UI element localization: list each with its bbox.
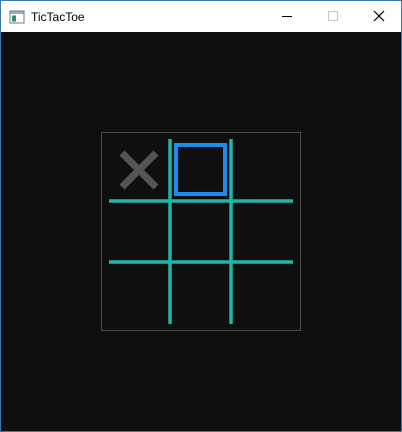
board-cell-r1-c0[interactable] — [110, 202, 170, 262]
board-cell-r0-c0[interactable] — [110, 141, 170, 201]
game-canvas[interactable] — [1, 32, 401, 431]
board-cell-r2-c2[interactable] — [232, 263, 292, 323]
close-icon — [373, 10, 385, 22]
title-bar[interactable]: TicTacToe — [1, 1, 401, 32]
maximize-button[interactable] — [310, 1, 356, 32]
minimize-icon — [282, 16, 292, 17]
maximize-icon — [328, 11, 338, 21]
board-cell-r1-c2[interactable] — [232, 202, 292, 262]
app-window: TicTacToe — [0, 0, 402, 432]
minimize-button[interactable] — [264, 1, 310, 32]
close-button[interactable] — [356, 1, 401, 32]
window-title: TicTacToe — [31, 10, 85, 24]
board-cell-r2-c0[interactable] — [110, 263, 170, 323]
board-cell-r2-c1[interactable] — [171, 263, 231, 323]
board-cell-r1-c1[interactable] — [171, 202, 231, 262]
board-cell-r0-c2[interactable] — [232, 141, 292, 201]
board-cell-r0-c1[interactable] — [171, 141, 231, 201]
app-icon — [9, 9, 25, 25]
game-board[interactable] — [101, 132, 301, 331]
